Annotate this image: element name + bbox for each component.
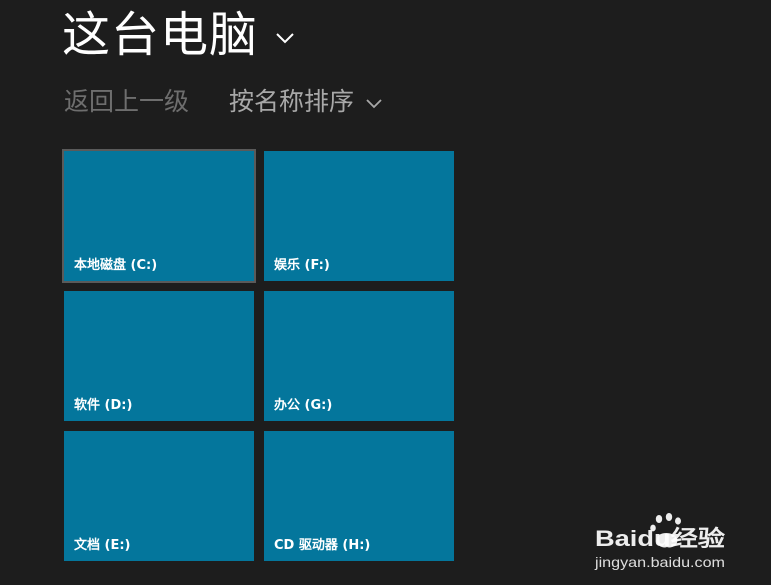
drive-tile-g[interactable]: 办公 (G:) xyxy=(264,291,454,421)
drive-tile-d[interactable]: 软件 (D:) xyxy=(64,291,254,421)
sort-dropdown[interactable]: 按名称排序 xyxy=(229,84,384,120)
go-up-link[interactable]: 返回上一级 xyxy=(64,84,189,120)
baidu-jingyan-watermark: Baidu经验 jingyan.baidu.com xyxy=(594,513,725,570)
chevron-down-icon xyxy=(366,99,382,109)
location-title-dropdown[interactable]: 这台电脑 xyxy=(62,0,296,70)
this-pc-view: 这台电脑 返回上一级 按名称排序 本地磁盘 (C:) 娱乐 (F:) 软件 (D… xyxy=(0,0,771,585)
drive-label: 办公 (G:) xyxy=(274,398,333,413)
drive-tile-h[interactable]: CD 驱动器 (H:) xyxy=(264,431,454,561)
drive-label: 本地磁盘 (C:) xyxy=(74,258,158,273)
drive-tile-f[interactable]: 娱乐 (F:) xyxy=(264,151,454,281)
toolbar: 返回上一级 按名称排序 xyxy=(64,82,384,122)
drive-label: CD 驱动器 (H:) xyxy=(274,538,371,553)
drive-label: 软件 (D:) xyxy=(74,398,133,413)
page-title: 这台电脑 xyxy=(62,7,259,63)
drive-tile-e[interactable]: 文档 (E:) xyxy=(64,431,254,561)
sort-label: 按名称排序 xyxy=(229,87,355,116)
chevron-down-icon xyxy=(276,33,294,44)
watermark-url: jingyan.baidu.com xyxy=(594,554,725,570)
drive-tile-c[interactable]: 本地磁盘 (C:) xyxy=(62,149,256,283)
drive-label: 文档 (E:) xyxy=(74,538,131,553)
watermark-brand: Baidu经验 xyxy=(595,526,725,551)
drive-label: 娱乐 (F:) xyxy=(274,258,330,273)
